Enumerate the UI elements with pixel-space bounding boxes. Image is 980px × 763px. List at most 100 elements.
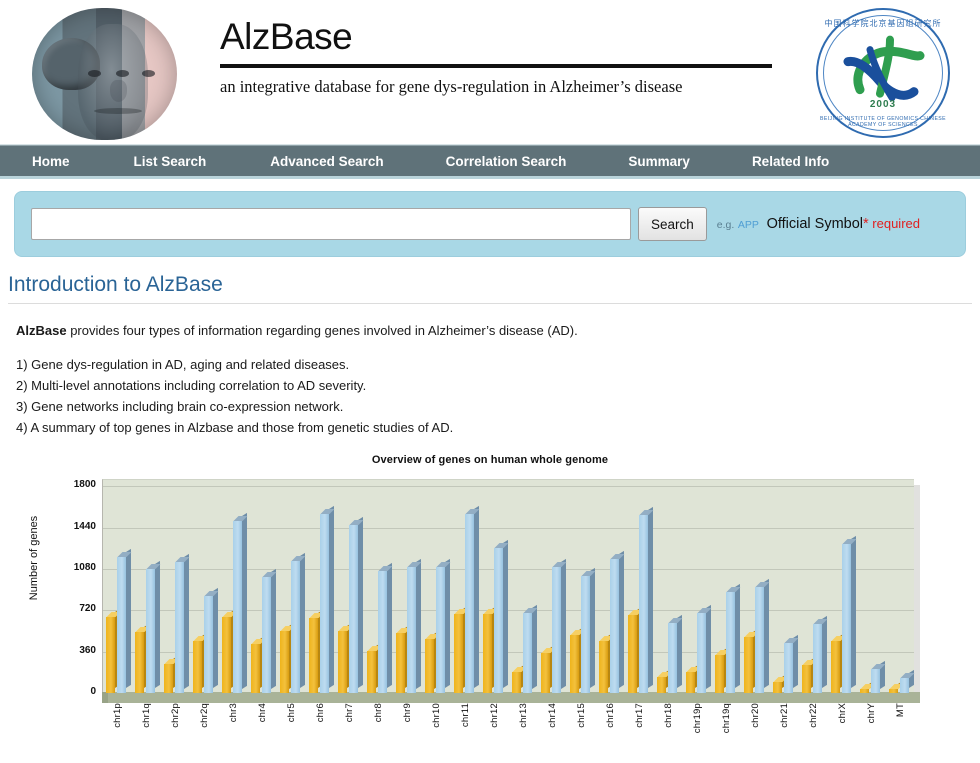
nav-list-search[interactable]: List Search: [128, 154, 213, 169]
bar-chr7-blue[interactable]: [349, 520, 358, 693]
x-tick-chr6: chr6: [315, 703, 326, 722]
bar-chr1q-orange[interactable]: [135, 627, 144, 693]
bar-front: [106, 617, 115, 693]
bar-chr10-orange[interactable]: [425, 634, 434, 694]
bar-chrX-blue[interactable]: [842, 539, 851, 693]
x-tick-chr1q: chr1q: [141, 703, 152, 728]
bar-front: [483, 614, 492, 693]
bar-chr17-blue[interactable]: [639, 510, 648, 693]
x-tick-chr19q: chr19q: [721, 703, 732, 733]
bar-MT-blue[interactable]: [900, 673, 909, 693]
search-example-link[interactable]: APP: [738, 219, 759, 231]
bar-chr12-orange[interactable]: [483, 609, 492, 693]
bar-chr1p-blue[interactable]: [117, 552, 126, 693]
bar-chr3-blue[interactable]: [233, 516, 242, 694]
x-tick-chrY: chrY: [866, 703, 877, 723]
bar-chr8-blue[interactable]: [378, 566, 387, 693]
bar-chr19p-orange[interactable]: [686, 667, 695, 693]
nav-summary[interactable]: Summary: [622, 154, 696, 169]
y-tick-label: 1080: [32, 562, 96, 573]
bar-chr14-orange[interactable]: [541, 648, 550, 693]
bar-chr8-orange[interactable]: [367, 646, 376, 693]
nav-related-info[interactable]: Related Info: [746, 154, 835, 169]
bar-chr4-orange[interactable]: [251, 639, 260, 693]
bar-front: [454, 614, 463, 693]
bar-side: [474, 506, 479, 689]
intro-lead: AlzBase provides four types of informati…: [16, 320, 964, 341]
bar-chrY-blue[interactable]: [871, 664, 880, 694]
bar-chr15-orange[interactable]: [570, 630, 579, 694]
bar-chr19q-blue[interactable]: [726, 587, 735, 693]
bar-chr11-blue[interactable]: [465, 509, 474, 693]
bar-chr5-blue[interactable]: [291, 556, 300, 693]
bar-chr10-blue[interactable]: [436, 562, 445, 693]
bar-chr13-orange[interactable]: [512, 667, 521, 693]
bar-side: [387, 563, 392, 688]
x-tick-chr21: chr21: [779, 703, 790, 728]
bar-chr22-blue[interactable]: [813, 619, 822, 693]
x-tick-chr22: chr22: [808, 703, 819, 728]
bar-chr18-orange[interactable]: [657, 672, 666, 693]
bar-chr2p-blue[interactable]: [175, 557, 184, 694]
bar-chr15-blue[interactable]: [581, 571, 590, 693]
bar-chr16-orange[interactable]: [599, 636, 608, 693]
bar-chr20-orange[interactable]: [744, 632, 753, 693]
x-tick-chr7: chr7: [344, 703, 355, 722]
bar-side: [445, 559, 450, 688]
bar-front: [842, 544, 851, 693]
bar-chr18-blue[interactable]: [668, 618, 677, 693]
bar-chr6-blue[interactable]: [320, 509, 329, 693]
nav-advanced-search[interactable]: Advanced Search: [264, 154, 389, 169]
x-tick-chr10: chr10: [431, 703, 442, 728]
bar-front: [280, 631, 289, 694]
bar-chr2q-orange[interactable]: [193, 636, 202, 693]
bar-chr16-blue[interactable]: [610, 554, 619, 693]
chart-plot-area: [102, 479, 914, 692]
bar-chr17-orange[interactable]: [628, 610, 637, 693]
x-tick-chr2q: chr2q: [199, 703, 210, 728]
dna-helix-icon: [840, 32, 926, 110]
bar-side: [300, 553, 305, 688]
bar-front: [581, 576, 590, 693]
bar-front: [813, 624, 822, 693]
bar-chr21-orange[interactable]: [773, 677, 782, 693]
bar-chr9-blue[interactable]: [407, 562, 416, 694]
bar-chr19p-blue[interactable]: [697, 608, 706, 694]
bar-chr20-blue[interactable]: [755, 582, 764, 693]
bar-front: [262, 577, 271, 694]
bar-chr9-orange[interactable]: [396, 628, 405, 693]
bar-chr22-orange[interactable]: [802, 660, 811, 693]
bar-front: [465, 514, 474, 693]
bar-chr11-orange[interactable]: [454, 609, 463, 693]
search-button[interactable]: Search: [638, 207, 707, 241]
nav-correlation-search[interactable]: Correlation Search: [440, 154, 573, 169]
bar-front: [726, 592, 735, 693]
bar-chr12-blue[interactable]: [494, 543, 503, 693]
bar-chr2p-orange[interactable]: [164, 659, 173, 693]
search-input[interactable]: [31, 208, 631, 240]
bar-front: [570, 635, 579, 694]
bar-chr1p-orange[interactable]: [106, 612, 115, 693]
bar-chr5-orange[interactable]: [280, 626, 289, 694]
bar-chr21-blue[interactable]: [784, 638, 793, 693]
bar-chr13-blue[interactable]: [523, 608, 532, 694]
bar-chr3-orange[interactable]: [222, 612, 231, 693]
bar-chr14-blue[interactable]: [552, 562, 561, 694]
bar-MT-orange[interactable]: [889, 684, 898, 693]
bar-chr1q-blue[interactable]: [146, 564, 155, 693]
bar-chr2q-blue[interactable]: [204, 591, 213, 693]
bar-front: [755, 587, 764, 693]
bar-chr7-orange[interactable]: [338, 626, 347, 693]
bar-front: [697, 613, 706, 694]
nav-home[interactable]: Home: [26, 154, 76, 169]
bar-chrX-orange[interactable]: [831, 636, 840, 693]
bar-side: [126, 549, 131, 688]
bar-chr6-orange[interactable]: [309, 613, 318, 693]
bar-front: [657, 677, 666, 693]
bar-front: [744, 637, 753, 693]
bar-side: [735, 584, 740, 688]
bar-chrY-orange[interactable]: [860, 684, 869, 694]
intro-text: AlzBase provides four types of informati…: [0, 304, 980, 438]
bar-chr4-blue[interactable]: [262, 572, 271, 694]
bar-chr19q-orange[interactable]: [715, 650, 724, 693]
